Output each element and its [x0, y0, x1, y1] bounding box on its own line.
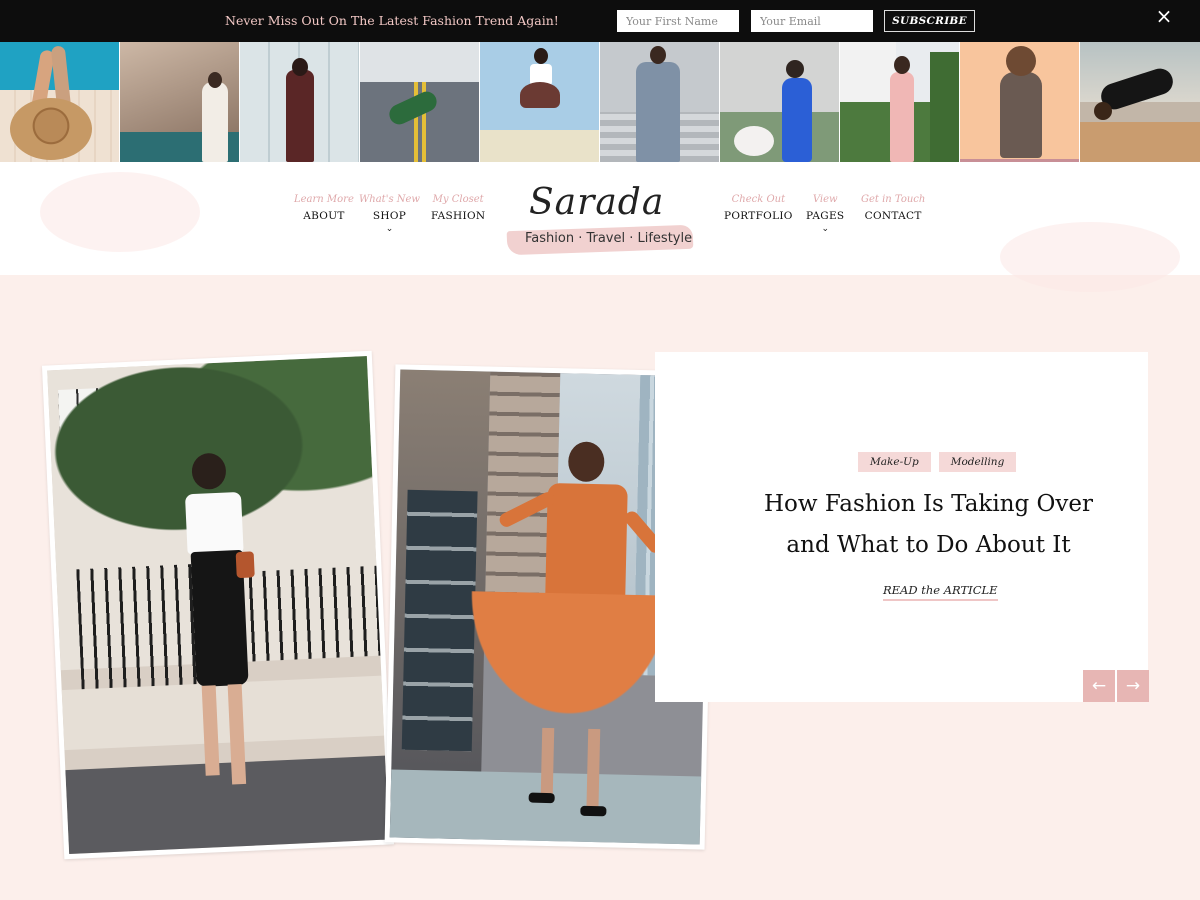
- nav-sub-label: Check Out: [731, 194, 786, 205]
- close-icon[interactable]: ×: [1154, 6, 1174, 26]
- first-name-input[interactable]: [617, 10, 739, 32]
- nav-label: FASHION: [431, 210, 486, 222]
- instagram-strip: [0, 42, 1200, 162]
- strip-photo-glass-building[interactable]: [240, 42, 360, 162]
- article-headline[interactable]: How Fashion Is Taking Over and What to D…: [655, 484, 1200, 566]
- strip-photo-field[interactable]: [720, 42, 840, 162]
- read-article-link[interactable]: READ the ARTICLE: [883, 583, 998, 601]
- logo-tagline: Fashion · Travel · Lifestyle: [525, 231, 693, 246]
- strip-photo-jump[interactable]: [480, 42, 600, 162]
- subscribe-button[interactable]: SUBSCRIBE: [884, 10, 975, 32]
- article-headline-line-2: and What to Do About It: [786, 532, 1071, 558]
- tag-makeup[interactable]: Make-Up: [858, 452, 931, 472]
- chevron-down-icon: ⌄: [385, 224, 394, 234]
- featured-article-card: Make-Up Modelling How Fashion Is Taking …: [655, 352, 1148, 702]
- strip-photo-greenery[interactable]: [840, 42, 960, 162]
- nav-label: ABOUT: [303, 210, 345, 222]
- nav-item-portfolio[interactable]: Check Out PORTFOLIO: [724, 194, 793, 222]
- tag-modelling[interactable]: Modelling: [938, 452, 1017, 472]
- nav-item-pages[interactable]: View PAGES ⌄: [806, 194, 844, 234]
- newsletter-message: Never Miss Out On The Latest Fashion Tre…: [225, 13, 559, 28]
- arrow-left-icon[interactable]: ←: [1083, 670, 1115, 702]
- strip-photo-peach-wall[interactable]: [960, 42, 1080, 162]
- nav-label: PAGES: [806, 210, 845, 222]
- nav-label: CONTACT: [864, 210, 922, 222]
- nav-label: SHOP: [372, 210, 407, 222]
- strip-photo-road[interactable]: [360, 42, 480, 162]
- slider-controls: ← →: [1083, 670, 1149, 702]
- nav-label: PORTFOLIO: [724, 210, 793, 222]
- article-tags: Make-Up Modelling: [858, 452, 1017, 472]
- site-header: Learn More ABOUT What's New SHOP ⌄ My Cl…: [0, 162, 1200, 292]
- strip-photo-beach[interactable]: [1080, 42, 1200, 162]
- site-logo[interactable]: Sarada Fashion · Travel · Lifestyle: [505, 180, 695, 256]
- arrow-right-icon[interactable]: →: [1117, 670, 1149, 702]
- nav-sub-label: Learn More: [294, 194, 354, 205]
- newsletter-bar: Never Miss Out On The Latest Fashion Tre…: [0, 0, 1200, 42]
- strip-photo-pool-hat[interactable]: [0, 42, 120, 162]
- featured-photo-street-style[interactable]: [41, 350, 395, 860]
- nav-sub-label: What's New: [359, 194, 420, 205]
- nav-item-fashion[interactable]: My Closet FASHION: [431, 194, 485, 222]
- strip-photo-coast[interactable]: [120, 42, 240, 162]
- nav-sub-label: View: [812, 194, 838, 205]
- decor-blob: [40, 172, 200, 252]
- decor-blob: [1000, 222, 1180, 292]
- nav-sub-label: My Closet: [432, 194, 484, 205]
- email-input[interactable]: [751, 10, 873, 32]
- nav-item-about[interactable]: Learn More ABOUT: [294, 194, 354, 222]
- chevron-down-icon: ⌄: [821, 224, 829, 234]
- logo-wordmark: Sarada: [529, 182, 665, 223]
- strip-photo-stairs[interactable]: [600, 42, 720, 162]
- nav-item-shop[interactable]: What's New SHOP ⌄: [359, 194, 420, 234]
- article-headline-line-1: How Fashion Is Taking Over: [763, 491, 1094, 517]
- nav-item-contact[interactable]: Get in Touch CONTACT: [861, 194, 925, 222]
- nav-sub-label: Get in Touch: [861, 194, 926, 205]
